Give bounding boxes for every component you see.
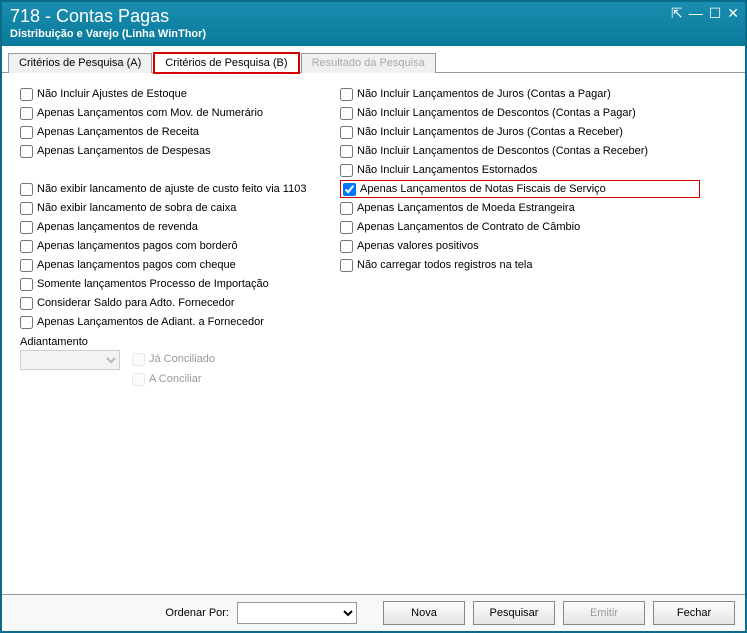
restore-icon[interactable]: ⇱ [671,6,683,20]
chk-label: Não Incluir Lançamentos de Juros (Contas… [357,126,623,138]
chk-apenas-contrato-cambio[interactable]: Apenas Lançamentos de Contrato de Câmbio [340,218,700,236]
chk-apenas-moeda-estrangeira[interactable]: Apenas Lançamentos de Moeda Estrangeira [340,199,700,217]
chk-considerar-saldo-adto[interactable]: Considerar Saldo para Adto. Fornecedor [20,294,320,312]
footer: Ordenar Por: Nova Pesquisar Emitir Fecha… [2,594,745,631]
chk-label: Apenas lançamentos de revenda [37,221,198,233]
chk-apenas-revenda[interactable]: Apenas lançamentos de revenda [20,218,320,236]
chk-label: Somente lançamentos Processo de Importaç… [37,278,269,290]
chk-nao-incluir-juros-receber[interactable]: Não Incluir Lançamentos de Juros (Contas… [340,123,700,141]
tab-resultado: Resultado da Pesquisa [301,53,436,73]
chk-label: Apenas Lançamentos de Notas Fiscais de S… [360,183,606,195]
chk-apenas-nf-servico[interactable]: Apenas Lançamentos de Notas Fiscais de S… [340,180,700,198]
adiantamento-block: Adiantamento Já Conciliado A Conciliar [20,336,320,388]
window-subtitle: Distribuição e Varejo (Linha WinThor) [10,28,737,40]
chk-label: Apenas Lançamentos de Adiant. a Forneced… [37,316,264,328]
chk-somente-importacao[interactable]: Somente lançamentos Processo de Importaç… [20,275,320,293]
right-column: Não Incluir Lançamentos de Juros (Contas… [340,85,700,582]
chk-label: Não exibir lancamento de ajuste de custo… [37,183,306,195]
emitir-button: Emitir [563,601,645,625]
left-column: Não Incluir Ajustes de Estoque Apenas La… [20,85,320,582]
minimize-icon[interactable]: — [689,6,703,20]
chk-label: Não Incluir Lançamentos de Juros (Contas… [357,88,611,100]
chk-apenas-bordero[interactable]: Apenas lançamentos pagos com borderô [20,237,320,255]
tab-criterios-b[interactable]: Critérios de Pesquisa (B) [154,53,298,73]
adiantamento-select [20,350,120,370]
chk-label: Não carregar todos registros na tela [357,259,532,271]
chk-label: Apenas Lançamentos de Receita [37,126,199,138]
spacer [20,161,320,179]
chk-apenas-mov-numerario[interactable]: Apenas Lançamentos com Mov. de Numerário [20,104,320,122]
pesquisar-button[interactable]: Pesquisar [473,601,555,625]
chk-apenas-cheque[interactable]: Apenas lançamentos pagos com cheque [20,256,320,274]
chk-apenas-receita[interactable]: Apenas Lançamentos de Receita [20,123,320,141]
window-controls: ⇱ — ☐ ✕ [671,6,739,20]
chk-label: Apenas lançamentos pagos com cheque [37,259,236,271]
tabstrip: Critérios de Pesquisa (A) Critérios de P… [2,46,745,73]
chk-label: Considerar Saldo para Adto. Fornecedor [37,297,235,309]
chk-label: Apenas valores positivos [357,240,479,252]
chk-apenas-adiant-fornecedor[interactable]: Apenas Lançamentos de Adiant. a Forneced… [20,313,320,331]
chk-nao-incluir-estornados[interactable]: Não Incluir Lançamentos Estornados [340,161,700,179]
chk-label: Apenas Lançamentos de Despesas [37,145,211,157]
chk-label: Apenas Lançamentos de Contrato de Câmbio [357,221,580,233]
chk-nao-exibir-ajuste-custo-1103[interactable]: Não exibir lancamento de ajuste de custo… [20,180,320,198]
chk-ja-conciliado: Já Conciliado [132,350,215,368]
chk-nao-incluir-desc-receber[interactable]: Não Incluir Lançamentos de Descontos (Co… [340,142,700,160]
app-window: 718 - Contas Pagas Distribuição e Varejo… [0,0,747,633]
tab-criterios-a[interactable]: Critérios de Pesquisa (A) [8,53,152,73]
window-title: 718 - Contas Pagas [10,6,737,27]
chk-label: Apenas Lançamentos de Moeda Estrangeira [357,202,575,214]
chk-label: Não Incluir Lançamentos Estornados [357,164,537,176]
chk-apenas-valores-positivos[interactable]: Apenas valores positivos [340,237,700,255]
chk-label: A Conciliar [149,373,202,385]
chk-label: Apenas Lançamentos com Mov. de Numerário [37,107,263,119]
ordenar-por-label: Ordenar Por: [165,607,229,619]
ordenar-por-select[interactable] [237,602,357,624]
tab-content: Não Incluir Ajustes de Estoque Apenas La… [2,73,745,594]
chk-label: Não exibir lancamento de sobra de caixa [37,202,236,214]
chk-nao-incluir-desc-pagar[interactable]: Não Incluir Lançamentos de Descontos (Co… [340,104,700,122]
chk-nao-exibir-sobra-caixa[interactable]: Não exibir lancamento de sobra de caixa [20,199,320,217]
chk-nao-incluir-juros-pagar[interactable]: Não Incluir Lançamentos de Juros (Contas… [340,85,700,103]
chk-apenas-despesas[interactable]: Apenas Lançamentos de Despesas [20,142,320,160]
close-icon[interactable]: ✕ [727,6,739,20]
adiantamento-label: Adiantamento [20,336,320,348]
fechar-button[interactable]: Fechar [653,601,735,625]
chk-a-conciliar: A Conciliar [132,370,215,388]
maximize-icon[interactable]: ☐ [709,6,722,20]
nova-button[interactable]: Nova [383,601,465,625]
chk-label: Não Incluir Lançamentos de Descontos (Co… [357,145,648,157]
chk-label: Não Incluir Ajustes de Estoque [37,88,187,100]
chk-label: Não Incluir Lançamentos de Descontos (Co… [357,107,636,119]
chk-label: Já Conciliado [149,353,215,365]
titlebar: 718 - Contas Pagas Distribuição e Varejo… [2,2,745,46]
chk-nao-incluir-ajustes-estoque[interactable]: Não Incluir Ajustes de Estoque [20,85,320,103]
chk-nao-carregar-todos[interactable]: Não carregar todos registros na tela [340,256,700,274]
chk-label: Apenas lançamentos pagos com borderô [37,240,238,252]
